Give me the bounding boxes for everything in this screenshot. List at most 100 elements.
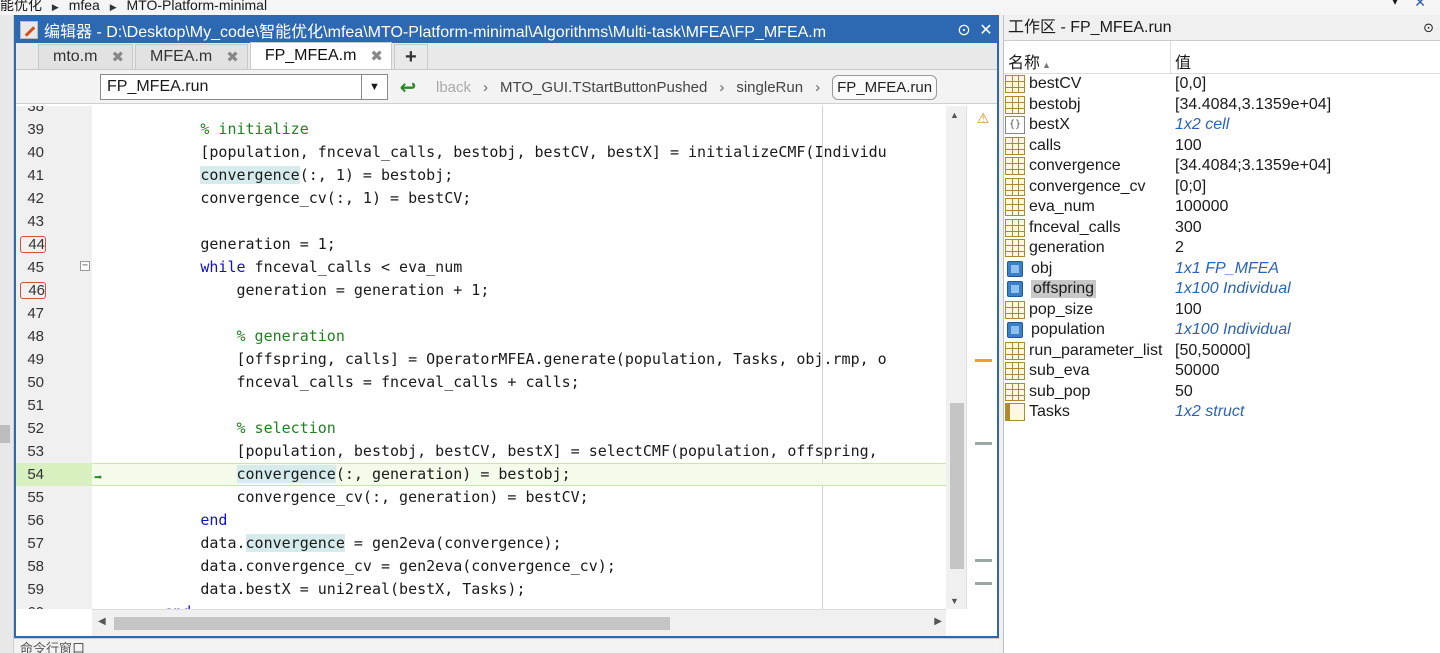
line-number[interactable]: 48 bbox=[16, 325, 44, 348]
variable-row[interactable]: fnceval_calls 300 bbox=[1004, 218, 1440, 239]
line-number[interactable]: 49 bbox=[16, 348, 44, 371]
variable-name-cell[interactable]: bestobj bbox=[1004, 95, 1171, 114]
code-line[interactable]: 47 bbox=[16, 302, 946, 325]
variable-name-cell[interactable]: obj bbox=[1004, 260, 1171, 278]
variable-name-cell[interactable]: convergence_cv bbox=[1004, 177, 1171, 196]
step-out-icon[interactable]: ↩ bbox=[396, 75, 420, 99]
crumb-0[interactable]: 能优化 bbox=[0, 0, 42, 13]
variable-row[interactable]: pop_size 100 bbox=[1004, 300, 1440, 321]
line-number[interactable]: 56 bbox=[16, 509, 44, 532]
function-select[interactable]: FP_MFEA.run ▼ bbox=[100, 74, 388, 100]
variable-name-cell[interactable]: generation bbox=[1004, 239, 1171, 258]
variable-name-cell[interactable]: {} bestX bbox=[1004, 116, 1171, 135]
code-line[interactable]: 42 convergence_cv(:, 1) = bestCV; bbox=[16, 187, 946, 210]
line-number[interactable]: 60 bbox=[16, 601, 44, 609]
line-number[interactable]: 45 bbox=[16, 256, 44, 279]
variable-name-cell[interactable]: fnceval_calls bbox=[1004, 218, 1171, 237]
scroll-up-icon[interactable]: ▲ bbox=[950, 110, 959, 120]
code-line[interactable]: 50 fnceval_calls = fnceval_calls + calls… bbox=[16, 371, 946, 394]
variable-name-cell[interactable]: pop_size bbox=[1004, 300, 1171, 319]
variable-name-cell[interactable]: population bbox=[1004, 321, 1171, 339]
code-line[interactable]: 56 end bbox=[16, 509, 946, 532]
variable-value[interactable]: 2 bbox=[1171, 239, 1184, 257]
variable-name-cell[interactable]: bestCV bbox=[1004, 75, 1171, 94]
variable-row[interactable]: population 1x100 Individual bbox=[1004, 320, 1440, 341]
code-line[interactable]: 53 [population, bestobj, bestCV, bestX] … bbox=[16, 440, 946, 463]
chevron-down-icon[interactable]: ▼ bbox=[361, 75, 387, 99]
callstack-item[interactable]: MTO_GUI.TStartButtonPushed bbox=[500, 79, 707, 96]
code-line[interactable]: 48 % generation bbox=[16, 325, 946, 348]
line-number[interactable]: 43 bbox=[16, 210, 44, 233]
column-name-header[interactable]: 名称 ▲ bbox=[1004, 41, 1171, 73]
marker[interactable] bbox=[975, 582, 992, 585]
variable-row[interactable]: {} bestX 1x2 cell bbox=[1004, 115, 1440, 136]
marker[interactable] bbox=[975, 359, 992, 362]
variable-value[interactable]: [0;0] bbox=[1171, 178, 1206, 196]
variable-row[interactable]: Tasks 1x2 struct bbox=[1004, 402, 1440, 423]
variable-name-cell[interactable]: offspring bbox=[1004, 280, 1171, 299]
variable-value[interactable]: 1x2 cell bbox=[1171, 116, 1229, 134]
variable-value[interactable]: 100 bbox=[1171, 137, 1202, 155]
variable-row[interactable]: generation 2 bbox=[1004, 238, 1440, 259]
line-number[interactable]: 40 bbox=[16, 141, 44, 164]
horizontal-scrollbar[interactable]: ◀ ▶ bbox=[92, 609, 946, 636]
line-number[interactable]: 39 bbox=[16, 118, 44, 141]
tab-mto[interactable]: mto.m ✖ bbox=[38, 44, 134, 69]
variable-value[interactable]: 50000 bbox=[1171, 362, 1220, 380]
variable-row[interactable]: calls 100 bbox=[1004, 136, 1440, 157]
variable-name-cell[interactable]: calls bbox=[1004, 136, 1171, 155]
marker[interactable] bbox=[975, 559, 992, 562]
line-number[interactable]: 38 bbox=[16, 106, 44, 118]
variable-row[interactable]: offspring 1x100 Individual bbox=[1004, 279, 1440, 300]
code-line[interactable]: 46 generation = generation + 1; bbox=[16, 279, 946, 302]
line-number[interactable]: 50 bbox=[16, 371, 44, 394]
code-line[interactable]: 60 end bbox=[16, 601, 946, 609]
code-line[interactable]: 51 bbox=[16, 394, 946, 417]
variable-value[interactable]: 300 bbox=[1171, 219, 1202, 237]
line-number[interactable]: 59 bbox=[16, 578, 44, 601]
line-number[interactable]: 42 bbox=[16, 187, 44, 210]
scroll-right-icon[interactable]: ▶ bbox=[934, 616, 942, 627]
variable-row[interactable]: convergence_cv [0;0] bbox=[1004, 177, 1440, 198]
variable-name-cell[interactable]: sub_eva bbox=[1004, 362, 1171, 381]
variable-row[interactable]: sub_eva 50000 bbox=[1004, 361, 1440, 382]
scroll-thumb[interactable] bbox=[950, 403, 964, 569]
variable-value[interactable]: [34.4084;3.1359e+04] bbox=[1171, 157, 1331, 175]
code-line[interactable]: 58 data.convergence_cv = gen2eva(converg… bbox=[16, 555, 946, 578]
code-line[interactable]: 59 data.bestX = uni2real(bestX, Tasks); bbox=[16, 578, 946, 601]
column-value-header[interactable]: 值 bbox=[1171, 41, 1440, 73]
code-line[interactable]: ➡ 54 convergence(:, generation) = bestobj… bbox=[16, 463, 946, 486]
line-number[interactable]: 53 bbox=[16, 440, 44, 463]
code-line[interactable]: 55 convergence_cv(:, generation) = bestC… bbox=[16, 486, 946, 509]
variable-row[interactable]: run_parameter_list [50,50000] bbox=[1004, 341, 1440, 362]
variable-name-cell[interactable]: Tasks bbox=[1004, 403, 1171, 422]
callstack-current[interactable]: FP_MFEA.run bbox=[832, 74, 938, 100]
variable-value[interactable]: 50 bbox=[1171, 383, 1193, 401]
variable-name-cell[interactable]: convergence bbox=[1004, 157, 1171, 176]
variable-row[interactable]: sub_pop 50 bbox=[1004, 382, 1440, 403]
close-icon[interactable]: ✖ bbox=[226, 48, 239, 66]
variable-row[interactable]: obj 1x1 FP_MFEA bbox=[1004, 259, 1440, 280]
variable-name-cell[interactable]: eva_num bbox=[1004, 198, 1171, 217]
variable-value[interactable]: 100000 bbox=[1171, 198, 1228, 216]
command-window-bar[interactable]: 命令行窗口 bbox=[14, 638, 999, 653]
variable-value[interactable]: [50,50000] bbox=[1171, 342, 1251, 360]
code-line[interactable]: 44 generation = 1; bbox=[16, 233, 946, 256]
breakpoint-line-number[interactable]: 44 bbox=[20, 236, 46, 253]
chevron-down-icon[interactable]: ▾ bbox=[1392, 0, 1398, 7]
variable-value[interactable]: 1x1 FP_MFEA bbox=[1171, 260, 1279, 278]
tab-fp-mfea[interactable]: FP_MFEA.m ✖ bbox=[249, 42, 392, 69]
code-line[interactable]: 52 % selection bbox=[16, 417, 946, 440]
variable-row[interactable]: convergence [34.4084;3.1359e+04] bbox=[1004, 156, 1440, 177]
scroll-down-icon[interactable]: ▼ bbox=[950, 596, 959, 606]
code-line[interactable]: 40 [population, fnceval_calls, bestobj, … bbox=[16, 141, 946, 164]
line-number[interactable]: 57 bbox=[16, 532, 44, 555]
code-area[interactable]: 38 39 % initialize 40 [population, fnceval… bbox=[16, 106, 997, 609]
marker[interactable] bbox=[975, 442, 992, 445]
line-number[interactable]: 51 bbox=[16, 394, 44, 417]
line-number[interactable]: 41 bbox=[16, 164, 44, 187]
variable-value[interactable]: 1x100 Individual bbox=[1171, 321, 1291, 339]
scroll-thumb[interactable] bbox=[114, 617, 670, 630]
code-line[interactable]: 57 data.convergence = gen2eva(convergenc… bbox=[16, 532, 946, 555]
close-icon[interactable]: ✖ bbox=[111, 48, 124, 66]
